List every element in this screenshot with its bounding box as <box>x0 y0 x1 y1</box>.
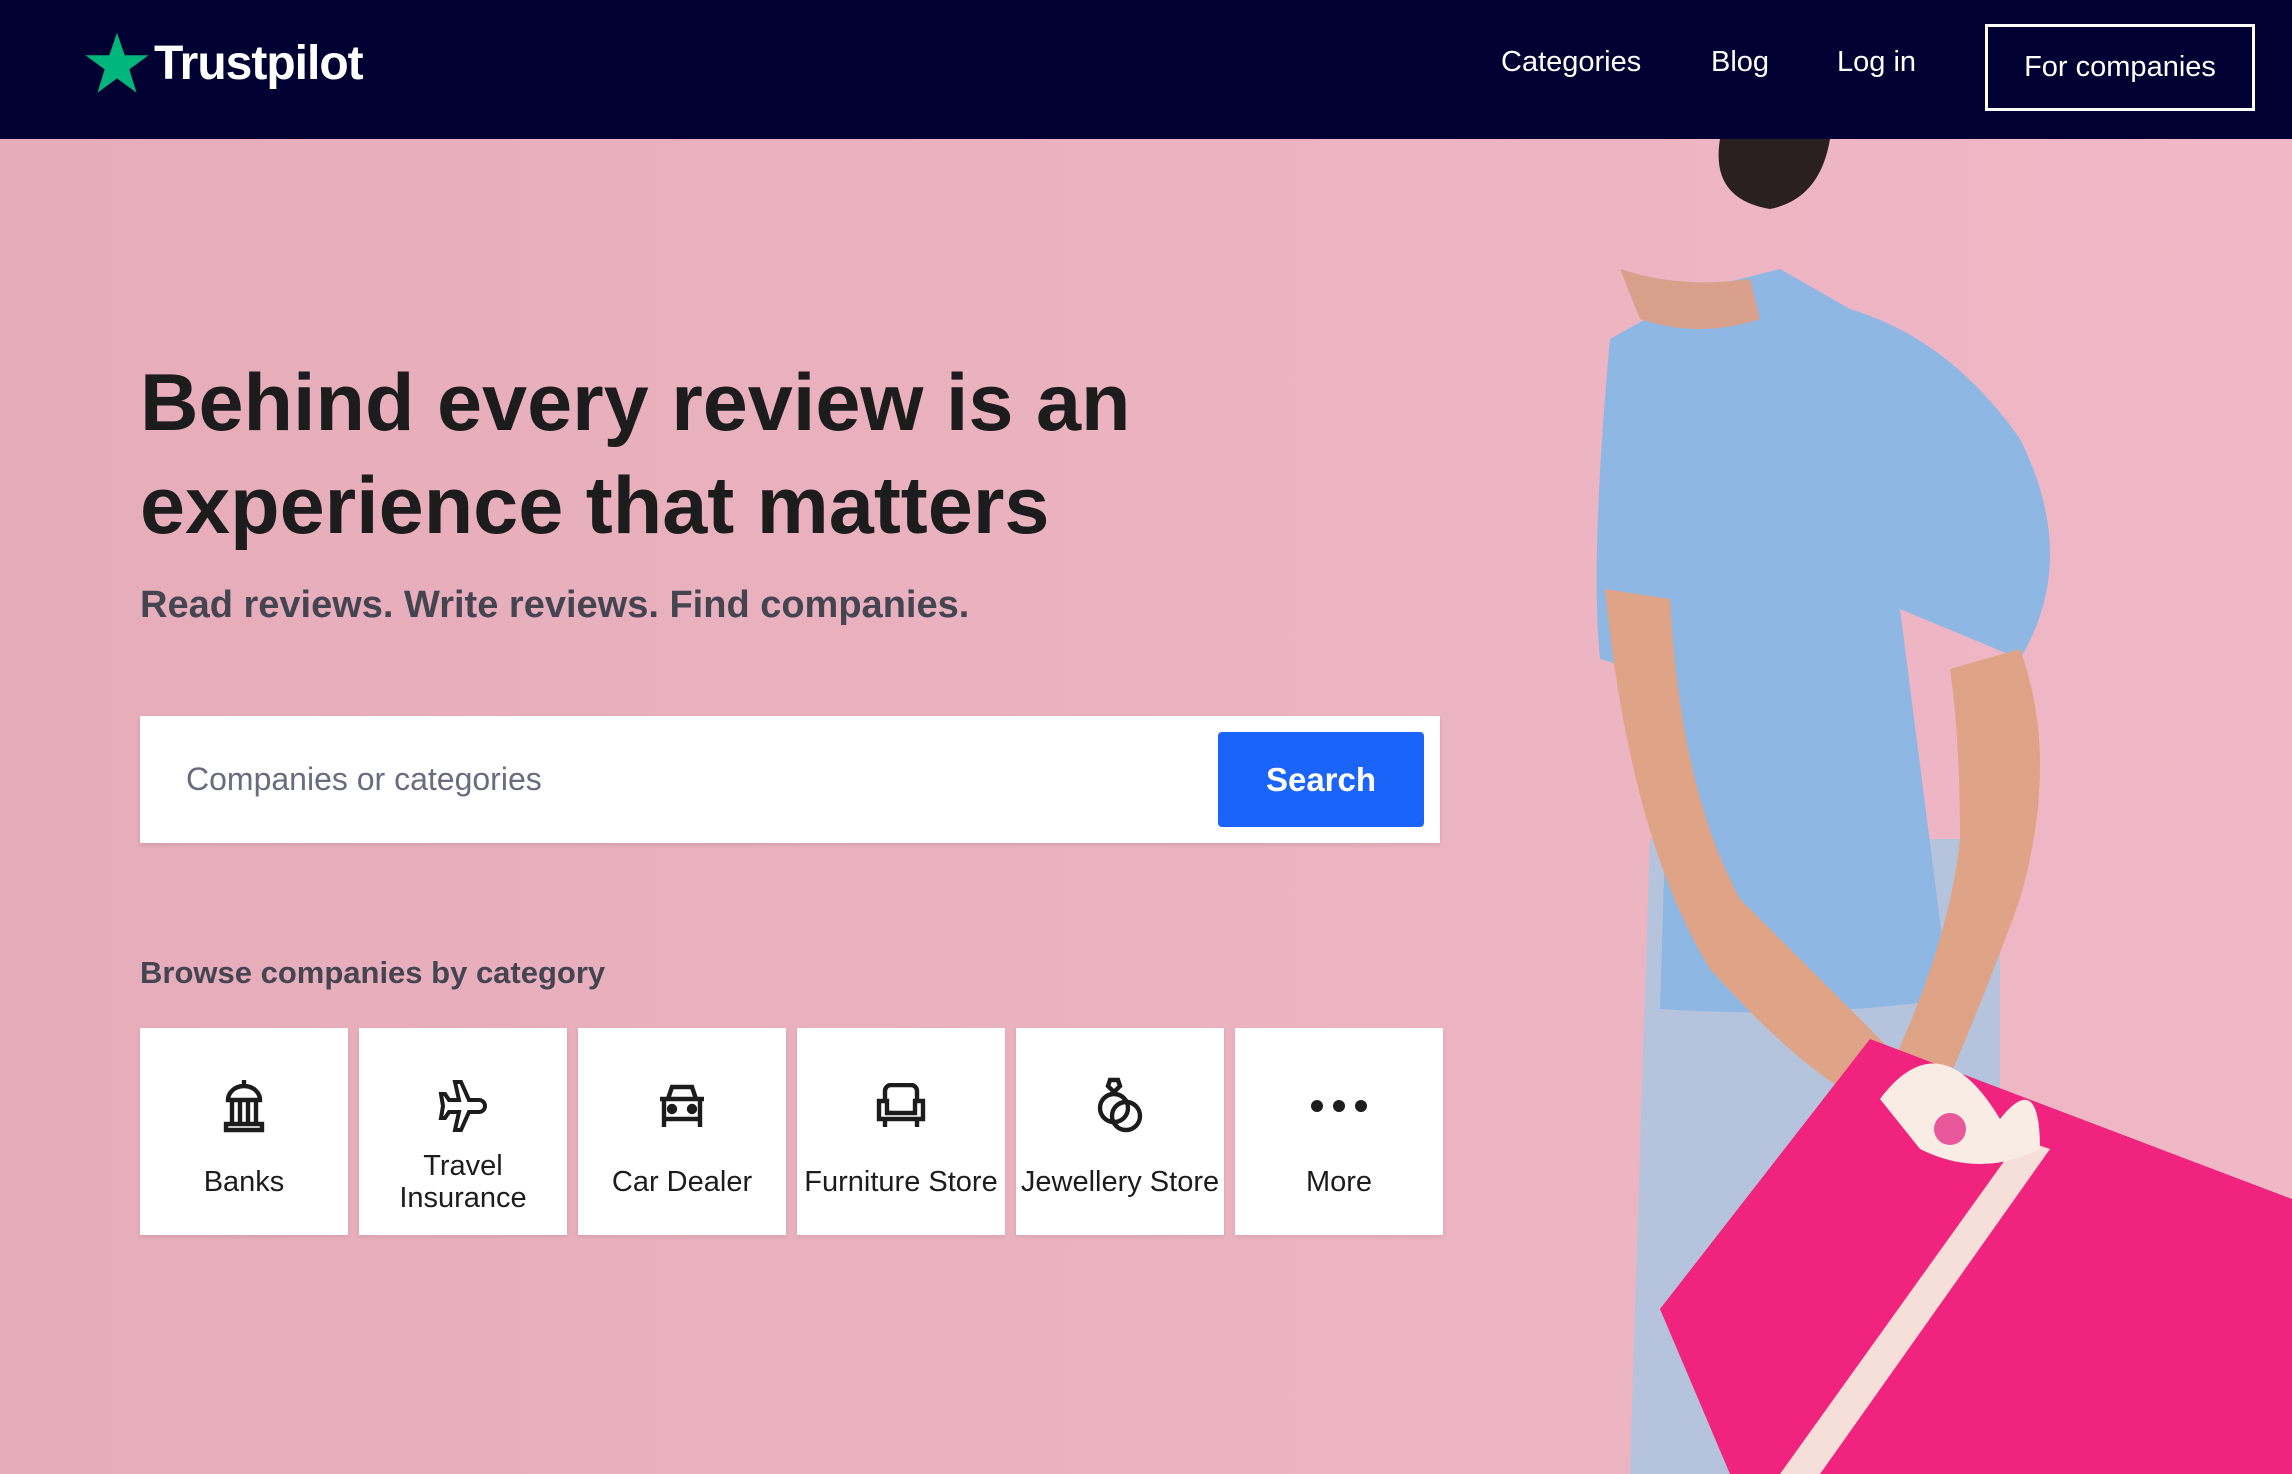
rings-icon <box>1097 1077 1143 1133</box>
category-travel-insurance[interactable]: Travel Insurance <box>359 1028 567 1235</box>
category-label: Jewellery Store <box>1020 1166 1220 1198</box>
car-icon <box>660 1084 704 1127</box>
category-label: Travel Insurance <box>399 1150 527 1214</box>
more-dots-icon <box>1311 1100 1367 1112</box>
browse-heading: Browse companies by category <box>140 955 606 990</box>
category-tiles: Banks Travel Insurance Car Dealer Furnit… <box>140 1028 1443 1235</box>
search-button[interactable]: Search <box>1218 732 1424 827</box>
top-nav: Trustpilot Categories Blog Log in For co… <box>0 0 2292 139</box>
category-jewellery-store[interactable]: Jewellery Store <box>1016 1028 1224 1235</box>
category-label: Car Dealer <box>611 1166 753 1198</box>
category-more[interactable]: More <box>1235 1028 1443 1235</box>
search-input[interactable] <box>186 746 1186 812</box>
star-icon <box>85 32 149 93</box>
category-label: More <box>1305 1166 1373 1198</box>
nav-login[interactable]: Log in <box>1837 46 1916 79</box>
hero-subtitle: Read reviews. Write reviews. Find compan… <box>140 584 970 626</box>
hero-image-person-with-gift <box>1596 139 2292 1474</box>
for-companies-button[interactable]: For companies <box>1985 24 2255 111</box>
category-car-dealer[interactable]: Car Dealer <box>578 1028 786 1235</box>
trustpilot-logo[interactable]: Trustpilot <box>82 30 364 96</box>
airplane-icon <box>438 1080 487 1132</box>
nav-categories[interactable]: Categories <box>1501 46 1641 79</box>
armchair-icon <box>876 1083 926 1127</box>
search-bar: Search <box>140 716 1440 843</box>
hero-title: Behind every review is an experience tha… <box>140 358 1131 551</box>
nav-blog[interactable]: Blog <box>1711 46 1769 79</box>
bank-icon <box>223 1080 265 1133</box>
category-furniture-store[interactable]: Furniture Store <box>797 1028 1005 1235</box>
category-label: Furniture Store <box>804 1166 998 1198</box>
category-banks[interactable]: Banks <box>140 1028 348 1235</box>
logo-text: Trustpilot <box>154 36 364 90</box>
category-label: Banks <box>203 1166 285 1198</box>
